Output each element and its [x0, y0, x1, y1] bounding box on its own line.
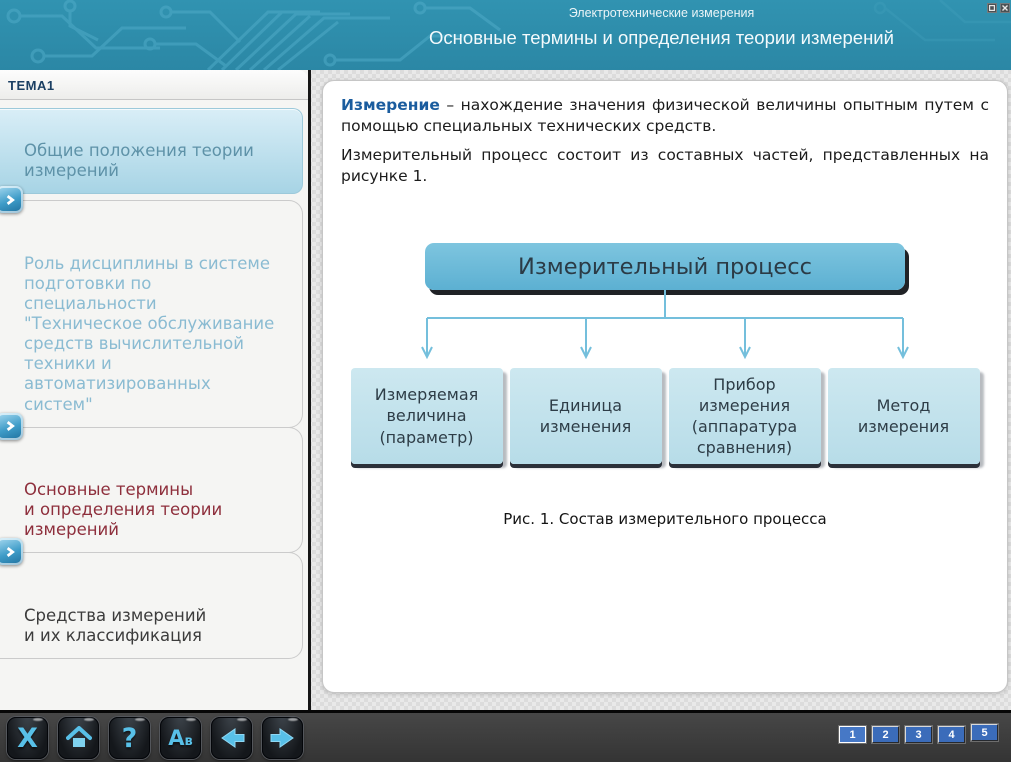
arrow-left-icon: [218, 725, 246, 751]
back-button[interactable]: [211, 717, 252, 759]
font-glyph-sub: в: [185, 734, 193, 749]
intro-paragraph: Измерительный процесс состоит из составн…: [341, 145, 989, 187]
diagram-root-box: Измерительный процесс: [425, 243, 905, 290]
page-button-4[interactable]: 4: [938, 726, 965, 743]
sidebar-item-general-theory[interactable]: Общие положения теории измерений: [0, 108, 303, 194]
sidebar-item-label: Общие положения теории измерений: [24, 141, 254, 180]
content-panel: Измерение – нахождение значения физическ…: [322, 80, 1008, 693]
sidebar-item-label: Основные термины и определения теории из…: [24, 480, 222, 539]
definition-term: Измерение: [341, 96, 440, 114]
close-window-icon[interactable]: [1000, 3, 1010, 13]
forward-button[interactable]: [262, 717, 303, 759]
sidebar-nav: Общие положения теории измерений Роль ди…: [0, 100, 308, 659]
exit-icon: X: [17, 723, 38, 754]
sidebar-item-label: Средства измерений и их классификация: [24, 606, 206, 645]
sidebar: ТЕМА1 Общие положения теории измерений Р…: [0, 70, 311, 710]
figure-caption: Рис. 1. Состав измерительного процесса: [341, 510, 989, 528]
sidebar-item-measuring-instruments[interactable]: Средства измерений и их классификация: [0, 552, 303, 659]
diagram-connector-arrows: [341, 290, 989, 368]
diagram-box-instrument: Прибор измерения (аппаратура сравнения): [669, 368, 821, 464]
sidebar-topic-header: ТЕМА1: [0, 70, 308, 100]
font-glyph-main: A: [168, 726, 184, 750]
restore-window-icon[interactable]: [987, 3, 997, 13]
home-icon: [66, 726, 92, 750]
help-button[interactable]: ?: [109, 717, 150, 759]
font-size-icon: Aв: [168, 726, 193, 750]
chevron-right-icon: [0, 413, 23, 440]
help-icon: ?: [122, 723, 138, 754]
body-area: ТЕМА1 Общие положения теории измерений Р…: [0, 70, 1011, 710]
window-controls: [987, 3, 1010, 13]
exit-button[interactable]: X: [7, 717, 48, 759]
sidebar-item-terms-definitions[interactable]: Основные термины и определения теории из…: [0, 427, 303, 554]
font-size-button[interactable]: Aв: [160, 717, 201, 759]
diagram-children-row: Измеряемая величина (параметр) Единица и…: [341, 368, 989, 464]
diagram-box-unit: Единица изменения: [510, 368, 662, 464]
page-title: Основные термины и определения теории из…: [312, 27, 1011, 49]
bottom-toolbar: X ? Aв 1 2 3 4 5: [0, 710, 1011, 762]
definition-paragraph: Измерение – нахождение значения физическ…: [341, 95, 989, 137]
page-button-3[interactable]: 3: [905, 726, 932, 743]
page-button-1[interactable]: 1: [839, 726, 866, 743]
sidebar-item-label: Роль дисциплины в системе подготовки по …: [24, 254, 274, 414]
chevron-right-icon: [0, 538, 23, 565]
home-button[interactable]: [58, 717, 99, 759]
page-number-buttons: 1 2 3 4 5: [839, 726, 998, 743]
page-button-2[interactable]: 2: [872, 726, 899, 743]
header-bar: Электротехнические измерения Основные те…: [0, 0, 1011, 70]
chevron-right-icon: [0, 186, 23, 213]
page-button-5[interactable]: 5: [971, 724, 998, 741]
arrow-right-icon: [269, 725, 297, 751]
diagram-box-method: Метод измерения: [828, 368, 980, 464]
diagram-box-measured-value: Измеряемая величина (параметр): [351, 368, 503, 464]
app-title: Электротехнические измерения: [312, 0, 1011, 20]
measurement-process-diagram: Измерительный процесс Измеряемая величин…: [341, 243, 989, 528]
toolbar-buttons: X ? Aв: [7, 717, 303, 759]
sidebar-item-discipline-role[interactable]: Роль дисциплины в системе подготовки по …: [0, 200, 303, 427]
